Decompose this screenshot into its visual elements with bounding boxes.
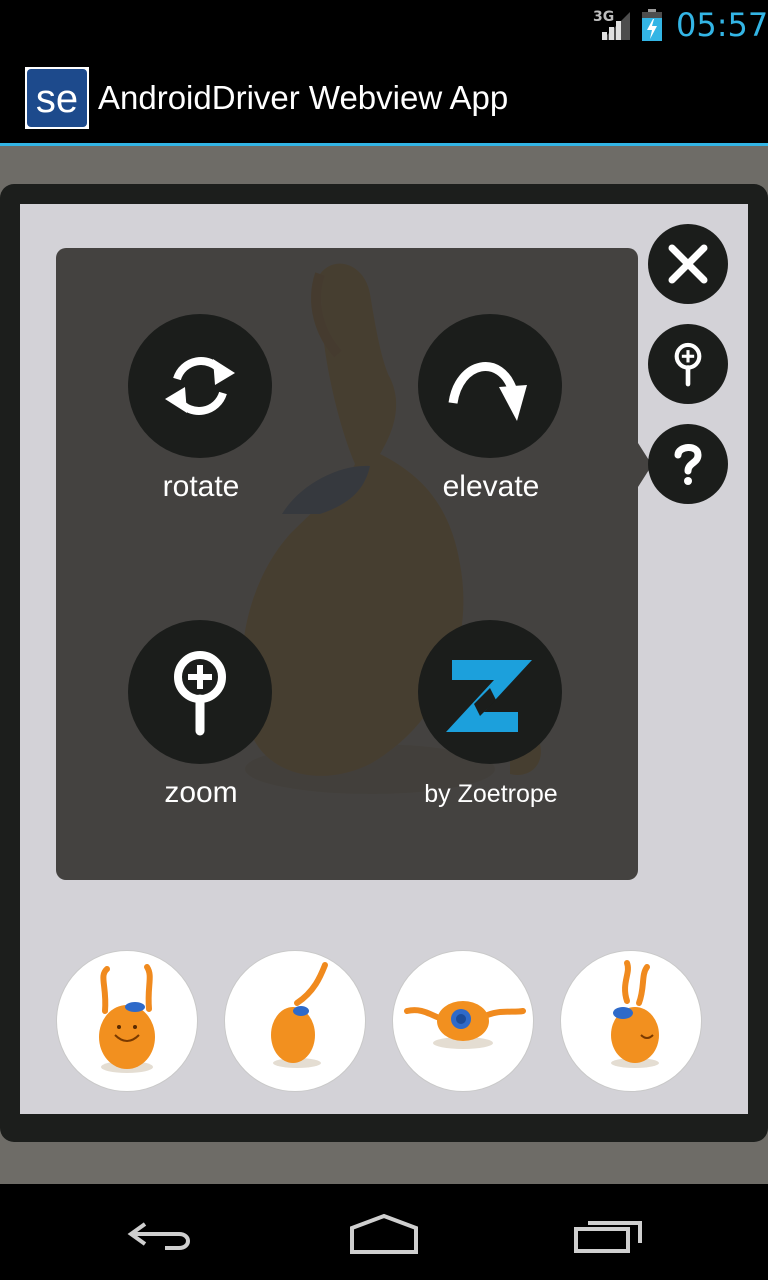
back-button[interactable] [110,1204,210,1264]
zoetrope-button[interactable] [418,620,562,764]
product-thumbnail [404,1001,526,1049]
home-button[interactable] [334,1204,434,1264]
product-thumbnail [611,960,659,1068]
thumbnail-2[interactable] [224,950,366,1092]
app-title: AndroidDriver Webview App [98,79,509,116]
elevate-icon [448,362,527,421]
close-icon [668,244,708,284]
status-bar: 3G 05:57 [0,0,768,50]
thumbnail-1[interactable] [56,950,198,1092]
back-icon [127,1222,190,1250]
elevate-button[interactable] [418,314,562,458]
help-button[interactable] [648,424,728,504]
zoom-label: zoom [164,776,238,809]
rotate-label: rotate [162,470,240,503]
selenium-logo-icon: se [25,67,89,129]
rotate-button[interactable] [128,314,272,458]
thumbnail-4[interactable] [560,950,702,1092]
signal-icon [602,12,630,40]
thumbnail-3[interactable] [392,950,534,1092]
zoetrope-logo-icon [446,660,532,732]
help-icon [674,444,702,485]
recent-apps-button[interactable] [558,1204,658,1264]
zoom-icon [174,651,226,736]
home-icon [350,1213,418,1254]
close-button[interactable] [648,224,728,304]
battery-charging-icon [642,9,662,41]
zoom-side-button[interactable] [648,324,728,404]
zoetrope-label: by Zoetrope [424,780,558,808]
app-logo[interactable]: se [25,67,89,129]
zoom-button[interactable] [128,620,272,764]
recent-apps-icon [574,1221,642,1253]
rotate-icon [165,357,235,415]
app-logo-text: se [36,77,78,121]
navigation-bar [0,1184,768,1280]
product-thumbnail [271,962,328,1068]
zoom-icon [674,342,702,387]
clock: 05:57 [676,6,768,44]
elevate-label: elevate [442,470,540,503]
product-thumbnail [99,964,155,1073]
action-bar: se AndroidDriver Webview App [0,50,768,144]
